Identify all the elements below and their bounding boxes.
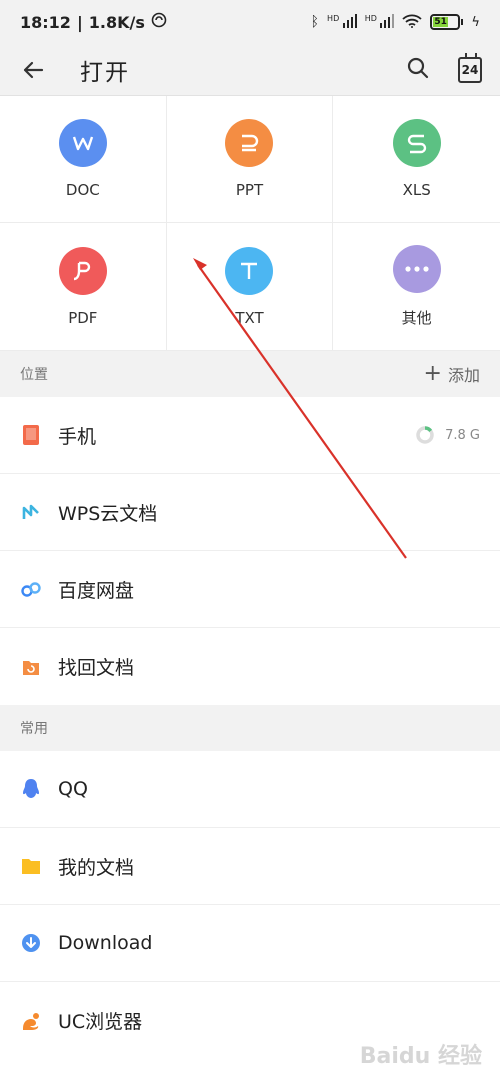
storage-ring-icon: [416, 426, 434, 444]
search-button[interactable]: [406, 56, 430, 84]
add-label: 添加: [447, 366, 480, 385]
network-speed: 1.8K/s: [88, 12, 145, 32]
status-left: 18:12 | 1.8K/s: [20, 12, 167, 32]
type-label: TXT: [235, 308, 264, 327]
txt-icon: [225, 246, 274, 295]
common-item-qq[interactable]: QQ: [0, 751, 500, 828]
back-button[interactable]: [18, 55, 48, 85]
xls-icon: [392, 119, 441, 167]
download-icon: [20, 932, 42, 954]
row-label: 手机: [58, 425, 97, 448]
page-title: 打开: [80, 59, 130, 86]
type-txt[interactable]: TXT: [167, 223, 334, 350]
app-header: 打开 24: [0, 44, 500, 96]
type-label: XLS: [402, 181, 431, 199]
arrow-left-icon: [23, 61, 44, 78]
bluetooth-icon: ᛒ: [310, 14, 320, 30]
location-list: 手机 7.8 G WPS云文档 百度网盘 找回文档: [0, 397, 500, 705]
doc-icon: [58, 119, 107, 167]
storage-info: 7.8 G: [415, 425, 480, 445]
type-ppt[interactable]: PPT: [166, 96, 334, 223]
charging-icon: ϟ: [471, 14, 480, 30]
battery-icon: 51: [430, 14, 464, 30]
file-type-grid: DOC PPT XLS PDF TXT 其他: [0, 96, 500, 351]
search-icon: [407, 57, 429, 78]
location-item-recover[interactable]: 找回文档: [0, 628, 500, 705]
common-section-header: 常用: [0, 705, 500, 751]
baidu-pan-icon: [20, 578, 42, 600]
row-label: 找回文档: [58, 657, 135, 679]
sync-icon: [151, 12, 167, 32]
location-heading: 位置: [20, 367, 48, 383]
location-item-baidu-pan[interactable]: 百度网盘: [0, 551, 500, 628]
row-label: Download: [58, 932, 153, 954]
wifi-icon: [402, 14, 423, 31]
uc-browser-icon: [20, 1010, 42, 1032]
location-item-wps-cloud[interactable]: WPS云文档: [0, 474, 500, 551]
pdf-icon: [58, 246, 107, 295]
common-item-my-docs[interactable]: 我的文档: [0, 828, 500, 905]
signal-icon-1: HD: [327, 13, 357, 31]
type-label: PPT: [235, 181, 264, 199]
location-item-phone[interactable]: 手机 7.8 G: [0, 397, 500, 474]
type-xls[interactable]: XLS: [333, 96, 500, 223]
qq-icon: [20, 778, 42, 800]
common-heading: 常用: [20, 721, 48, 737]
phone-icon: [20, 424, 42, 446]
plus-icon: +: [423, 361, 442, 386]
type-doc[interactable]: DOC: [0, 96, 167, 223]
common-item-download[interactable]: Download: [0, 905, 500, 982]
row-label: 我的文档: [58, 856, 135, 879]
ppt-icon: [225, 119, 274, 167]
watermark: Baidu 经验: [359, 1044, 482, 1069]
common-list: QQ 我的文档 Download UC浏览器: [0, 751, 500, 1059]
recover-icon: [20, 656, 42, 678]
type-label: PDF: [68, 308, 98, 327]
storage-value: 7.8 G: [445, 427, 480, 443]
location-section-header: 位置 + 添加: [0, 351, 500, 397]
calendar-day: 24: [461, 62, 479, 77]
row-label: QQ: [58, 778, 88, 800]
type-label: DOC: [65, 181, 100, 199]
status-right: ᛒ HD HD 51 ϟ: [310, 13, 480, 31]
add-location-button[interactable]: + 添加: [424, 362, 480, 386]
signal-icon-2: HD: [365, 13, 395, 31]
type-pdf[interactable]: PDF: [0, 223, 167, 350]
row-label: 百度网盘: [58, 579, 135, 602]
calendar-button[interactable]: 24: [458, 52, 482, 83]
wps-cloud-icon: [20, 501, 42, 523]
more-icon: [392, 245, 441, 293]
row-label: UC浏览器: [58, 1011, 143, 1033]
status-bar: 18:12 | 1.8K/s ᛒ HD HD 51 ϟ: [0, 0, 500, 44]
folder-icon: [20, 855, 42, 877]
row-label: WPS云文档: [58, 502, 158, 525]
type-label: 其他: [401, 309, 432, 327]
type-other[interactable]: 其他: [333, 223, 500, 350]
status-time: 18:12: [20, 12, 71, 32]
